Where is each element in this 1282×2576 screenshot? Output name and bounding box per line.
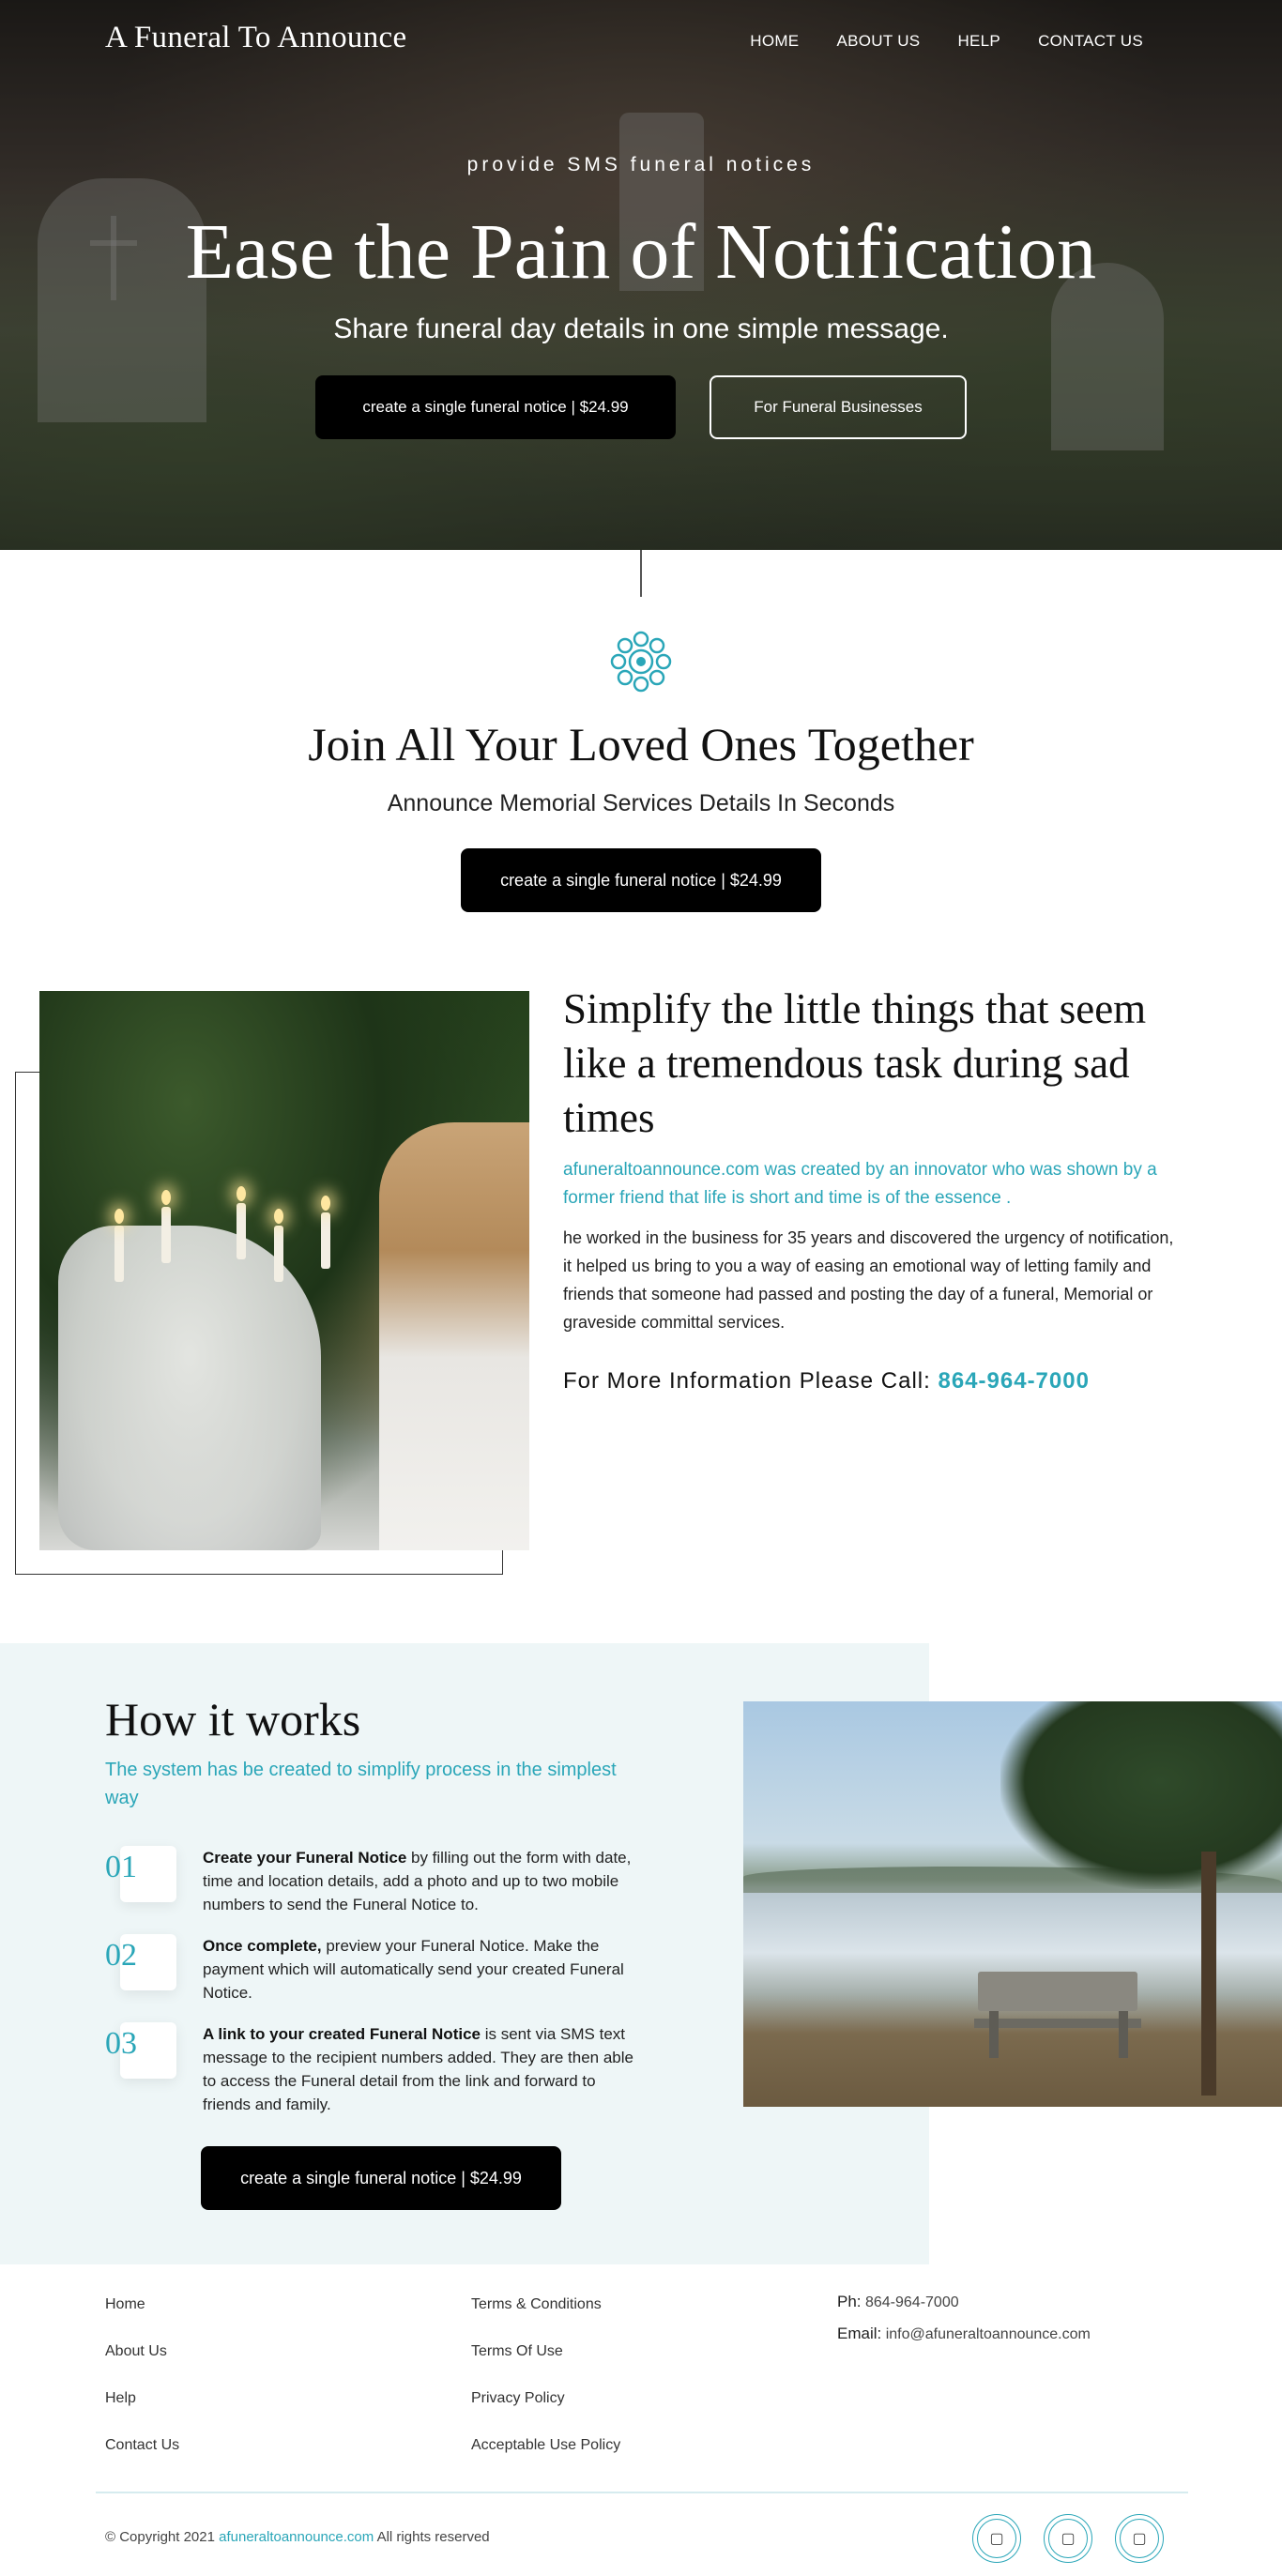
hero-buttons: create a single funeral notice | $24.99 … bbox=[0, 375, 1282, 439]
flower-emblem-icon bbox=[610, 631, 672, 693]
create-notice-button[interactable]: create a single funeral notice | $24.99 bbox=[315, 375, 676, 439]
phone-value[interactable]: 864-964-7000 bbox=[865, 2294, 959, 2310]
join-subtitle: Announce Memorial Services Details In Se… bbox=[387, 790, 895, 816]
nav-about-us[interactable]: ABOUT US bbox=[836, 32, 920, 51]
step-number: 03 bbox=[105, 2026, 137, 2061]
nav-help[interactable]: HELP bbox=[957, 32, 1000, 51]
footer-link-help[interactable]: Help bbox=[105, 2390, 136, 2407]
footer-link-acceptable-use[interactable]: Acceptable Use Policy bbox=[471, 2437, 620, 2454]
create-notice-button[interactable]: create a single funeral notice | $24.99 bbox=[201, 2146, 561, 2210]
social-glyph-icon: ▢ bbox=[1061, 2531, 1076, 2547]
simplify-section: Simplify the little things that seem lik… bbox=[0, 982, 1282, 1643]
social-icon-3[interactable]: ▢ bbox=[1115, 2514, 1164, 2563]
step-text: Once complete, preview your Funeral Noti… bbox=[203, 1934, 634, 2004]
footer-link-home[interactable]: Home bbox=[105, 2296, 145, 2313]
footer-divider bbox=[96, 2492, 1188, 2493]
step-text: A link to your created Funeral Notice is… bbox=[203, 2022, 634, 2116]
join-section: Join All Your Loved Ones Together Announ… bbox=[0, 550, 1282, 982]
step-number: 02 bbox=[105, 1938, 137, 1973]
footer-link-terms-of-use[interactable]: Terms Of Use bbox=[471, 2343, 563, 2360]
step-bold: Create your Funeral Notice bbox=[203, 1849, 407, 1867]
footer-link-privacy-policy[interactable]: Privacy Policy bbox=[471, 2390, 565, 2407]
main-nav: HOME ABOUT US HELP CONTACT US bbox=[750, 32, 1143, 51]
step-item: 02 Once complete, preview your Funeral N… bbox=[105, 1934, 631, 2009]
site-logo[interactable]: A Funeral To Announce bbox=[105, 21, 406, 55]
step-item: 03 A link to your created Funeral Notice… bbox=[105, 2022, 633, 2113]
nav-home[interactable]: HOME bbox=[750, 32, 799, 51]
hero-subtitle: Share funeral day details in one simple … bbox=[333, 313, 949, 344]
footer-link-about-us[interactable]: About Us bbox=[105, 2343, 167, 2360]
copyright-suffix: All rights reserved bbox=[376, 2529, 490, 2545]
social-glyph-icon: ▢ bbox=[989, 2531, 1004, 2547]
step-item: 01 Create your Funeral Notice by filling… bbox=[105, 1846, 631, 1921]
site-footer: Home About Us Help Contact Us Terms & Co… bbox=[0, 2264, 1282, 2568]
footer-phone: Ph: 864-964-7000 bbox=[837, 2293, 959, 2311]
hero-title: Ease the Pain of Notification bbox=[185, 208, 1097, 296]
footer-email: Email: info@afuneraltoannounce.com bbox=[837, 2324, 1091, 2343]
copyright-link[interactable]: afuneraltoannounce.com bbox=[219, 2529, 374, 2545]
step-bold: Once complete, bbox=[203, 1937, 322, 1955]
copyright: © Copyright 2021 afuneraltoannounce.com … bbox=[105, 2529, 490, 2545]
simplify-intro: afuneraltoannounce.com was created by an… bbox=[563, 1160, 1157, 1208]
hero-section: A Funeral To Announce HOME ABOUT US HELP… bbox=[0, 0, 1282, 550]
create-notice-button[interactable]: create a single funeral notice | $24.99 bbox=[461, 848, 821, 912]
how-it-works-section: How it works The system has be created t… bbox=[0, 1643, 1282, 2264]
lake-bench-photo bbox=[743, 1701, 1282, 2107]
how-title: How it works bbox=[105, 1693, 361, 1745]
simplify-body: he worked in the business for 35 years a… bbox=[563, 1228, 1174, 1332]
phone-label: Ph: bbox=[837, 2293, 862, 2310]
nav-contact-us[interactable]: CONTACT US bbox=[1038, 32, 1143, 51]
funeral-businesses-button[interactable]: For Funeral Businesses bbox=[710, 375, 967, 439]
step-bold: A link to your created Funeral Notice bbox=[203, 2025, 481, 2043]
how-subtitle: The system has be created to simplify pr… bbox=[105, 1760, 617, 1808]
email-value[interactable]: info@afuneraltoannounce.com bbox=[886, 2326, 1091, 2342]
social-icon-2[interactable]: ▢ bbox=[1044, 2514, 1092, 2563]
footer-link-contact-us[interactable]: Contact Us bbox=[105, 2437, 179, 2454]
email-label: Email: bbox=[837, 2324, 882, 2342]
join-title: Join All Your Loved Ones Together bbox=[308, 718, 974, 770]
phone-link[interactable]: 864-964-7000 bbox=[938, 1368, 1089, 1394]
social-icon-1[interactable]: ▢ bbox=[972, 2514, 1021, 2563]
call-info: For More Information Please Call: 864-96… bbox=[563, 1368, 1090, 1395]
footer-link-terms-conditions[interactable]: Terms & Conditions bbox=[471, 2296, 602, 2313]
simplify-title: Simplify the little things that seem lik… bbox=[563, 985, 1147, 1141]
copyright-prefix: © Copyright 2021 bbox=[105, 2529, 215, 2545]
step-number: 01 bbox=[105, 1850, 137, 1884]
social-glyph-icon: ▢ bbox=[1132, 2531, 1147, 2547]
call-label: For More Information Please Call: bbox=[563, 1368, 931, 1394]
candle-chandelier-photo bbox=[39, 991, 529, 1550]
divider-line bbox=[640, 550, 642, 597]
top-navigation-bar: A Funeral To Announce HOME ABOUT US HELP… bbox=[0, 0, 1282, 84]
step-text: Create your Funeral Notice by filling ou… bbox=[203, 1846, 634, 1916]
hero-kicker: provide SMS funeral notices bbox=[466, 154, 816, 175]
